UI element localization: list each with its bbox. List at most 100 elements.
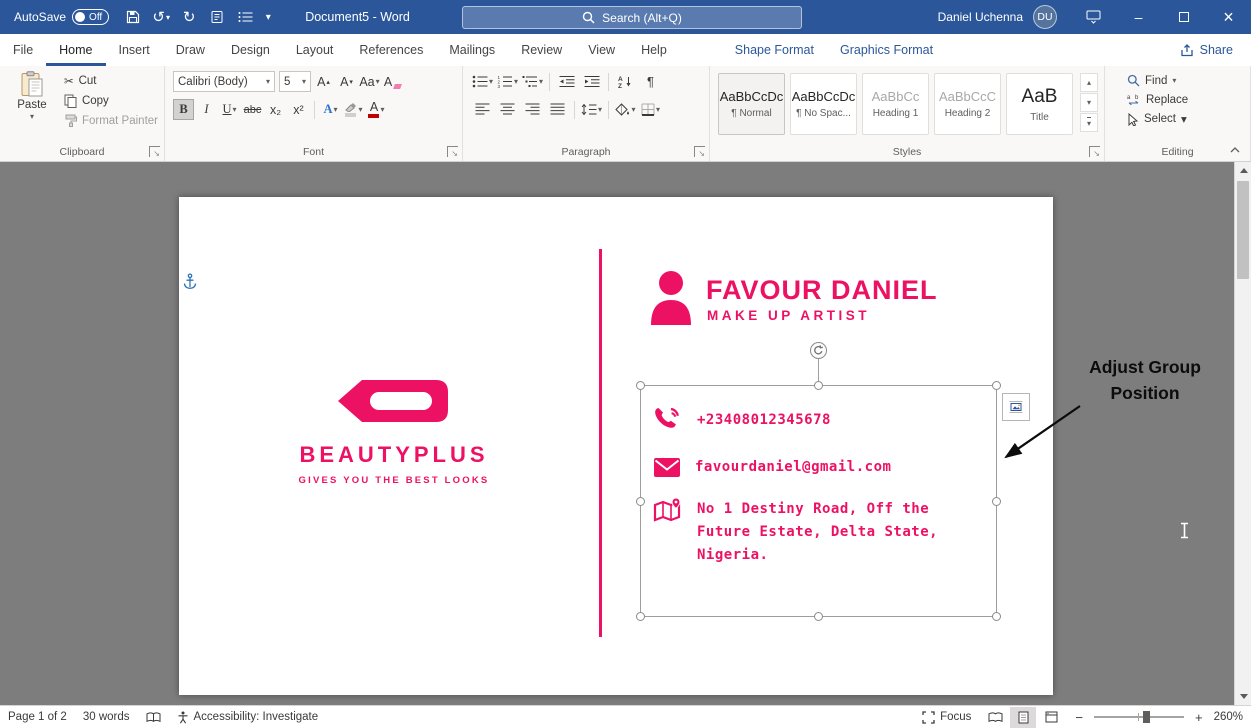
minimize-button[interactable]: – [1116, 0, 1161, 34]
italic-button[interactable]: I [196, 99, 217, 120]
select-button[interactable]: Select▾ [1127, 112, 1188, 126]
tab-shape-format[interactable]: Shape Format [722, 34, 827, 66]
customize-qat-button[interactable]: ▾ [259, 3, 277, 31]
word-count[interactable]: 30 words [83, 711, 130, 723]
multilevel-list-button[interactable]: ▾ [521, 71, 544, 92]
font-size-select[interactable]: 5▾ [279, 71, 311, 92]
align-left-button[interactable] [471, 99, 494, 120]
card-email[interactable]: favourdaniel@gmail.com [695, 459, 891, 475]
shading-button[interactable]: ▾ [614, 99, 637, 120]
email-row[interactable]: favourdaniel@gmail.com [653, 452, 891, 482]
justify-button[interactable] [546, 99, 569, 120]
user-name[interactable]: Daniel Uchenna [938, 10, 1023, 24]
collapse-ribbon-button[interactable] [1227, 144, 1243, 156]
grow-font-button[interactable]: A▴ [313, 71, 334, 92]
underline-button[interactable]: U▾ [219, 99, 240, 120]
autosave-control[interactable]: AutoSave Off [14, 9, 109, 25]
style-heading-2[interactable]: AaBbCcCHeading 2 [934, 73, 1001, 135]
list-button[interactable] [231, 3, 259, 31]
superscript-button[interactable]: x² [288, 99, 309, 120]
bullets-button[interactable]: ▾ [471, 71, 494, 92]
tab-file[interactable]: File [0, 34, 46, 66]
vertical-scrollbar[interactable] [1234, 162, 1251, 705]
zoom-slider[interactable] [1094, 710, 1184, 724]
scroll-down-button[interactable] [1235, 688, 1251, 705]
rotate-handle[interactable] [810, 342, 827, 359]
sort-button[interactable]: AZ [614, 71, 637, 92]
shrink-font-button[interactable]: A▾ [336, 71, 357, 92]
bold-button[interactable]: B [173, 99, 194, 120]
styles-scroll-down-button[interactable]: ▾ [1080, 93, 1098, 112]
cut-button[interactable]: ✂Cut [64, 74, 158, 88]
person-icon[interactable] [647, 270, 695, 330]
zoom-slider-track[interactable] [1094, 716, 1184, 718]
copy-button[interactable]: Copy [64, 94, 158, 108]
scrollbar-thumb[interactable] [1237, 181, 1249, 279]
align-center-button[interactable] [496, 99, 519, 120]
address-row[interactable]: No 1 Destiny Road, Off the Future Estate… [653, 497, 938, 567]
print-layout-button[interactable] [1010, 707, 1036, 728]
borders-button[interactable]: ▾ [639, 99, 662, 120]
document-canvas[interactable]: BEAUTYPLUS GIVES YOU THE BEST LOOKS FAVO… [0, 162, 1234, 705]
undo-button[interactable]: ↺▾ [147, 3, 175, 31]
find-button[interactable]: Find▾ [1127, 74, 1188, 87]
resize-handle[interactable] [814, 612, 823, 621]
tab-draw[interactable]: Draw [163, 34, 218, 66]
resize-handle[interactable] [636, 497, 645, 506]
subscript-button[interactable]: x₂ [265, 99, 286, 120]
resize-handle[interactable] [992, 381, 1001, 390]
styles-more-button[interactable]: ▾ [1080, 113, 1098, 132]
tab-references[interactable]: References [346, 34, 436, 66]
decrease-indent-button[interactable] [555, 71, 578, 92]
read-mode-button[interactable] [982, 707, 1008, 728]
numbering-button[interactable]: 123▾ [496, 71, 519, 92]
styles-scroll-up-button[interactable]: ▴ [1080, 73, 1098, 92]
ribbon-display-options-button[interactable] [1071, 0, 1116, 34]
accessibility-status[interactable]: Accessibility: Investigate [177, 711, 319, 724]
editor-button[interactable] [203, 3, 231, 31]
brand-logo-icon[interactable] [336, 375, 452, 427]
tab-review[interactable]: Review [508, 34, 575, 66]
tab-view[interactable]: View [575, 34, 628, 66]
tab-design[interactable]: Design [218, 34, 283, 66]
resize-handle[interactable] [814, 381, 823, 390]
share-button[interactable]: Share [1180, 43, 1233, 57]
scroll-up-button[interactable] [1235, 162, 1251, 179]
proofing-button[interactable] [146, 712, 161, 723]
web-layout-button[interactable] [1038, 707, 1064, 728]
page-indicator[interactable]: Page 1 of 2 [8, 711, 67, 723]
increase-indent-button[interactable] [580, 71, 603, 92]
style-no-spacing[interactable]: AaBbCcDc¶ No Spac... [790, 73, 857, 135]
save-button[interactable] [119, 3, 147, 31]
brand-name[interactable]: BEAUTYPLUS [234, 442, 554, 468]
font-color-button[interactable]: A▾ [366, 99, 387, 120]
card-person-name[interactable]: FAVOUR DANIEL [706, 275, 938, 306]
text-effects-button[interactable]: A▾ [320, 99, 341, 120]
tab-mailings[interactable]: Mailings [436, 34, 508, 66]
style-title[interactable]: AaBTitle [1006, 73, 1073, 135]
format-painter-button[interactable]: Format Painter [64, 114, 158, 127]
strikethrough-button[interactable]: abc [242, 99, 263, 120]
focus-button[interactable]: Focus [922, 711, 971, 724]
replace-button[interactable]: abReplace [1127, 93, 1188, 106]
align-right-button[interactable] [521, 99, 544, 120]
tab-layout[interactable]: Layout [283, 34, 347, 66]
paste-button[interactable]: Paste ▾ [8, 71, 56, 140]
search-box[interactable]: Search (Alt+Q) [462, 6, 802, 29]
maximize-button[interactable] [1161, 0, 1206, 34]
card-address[interactable]: No 1 Destiny Road, Off the Future Estate… [697, 497, 938, 567]
line-spacing-button[interactable]: ▾ [580, 99, 603, 120]
card-divider-line[interactable] [599, 249, 602, 637]
tab-insert[interactable]: Insert [106, 34, 163, 66]
clear-formatting-button[interactable]: A [382, 71, 403, 92]
zoom-out-button[interactable]: − [1075, 710, 1083, 725]
phone-row[interactable]: +23408012345678 [653, 405, 831, 435]
page[interactable]: BEAUTYPLUS GIVES YOU THE BEST LOOKS FAVO… [179, 197, 1053, 695]
close-button[interactable]: × [1206, 0, 1251, 34]
card-person-role[interactable]: MAKE UP ARTIST [707, 308, 870, 323]
brand-block[interactable]: BEAUTYPLUS GIVES YOU THE BEST LOOKS [234, 375, 554, 486]
zoom-in-button[interactable]: + [1195, 710, 1203, 725]
tab-graphics-format[interactable]: Graphics Format [827, 34, 946, 66]
zoom-slider-thumb[interactable] [1143, 711, 1150, 723]
resize-handle[interactable] [636, 612, 645, 621]
